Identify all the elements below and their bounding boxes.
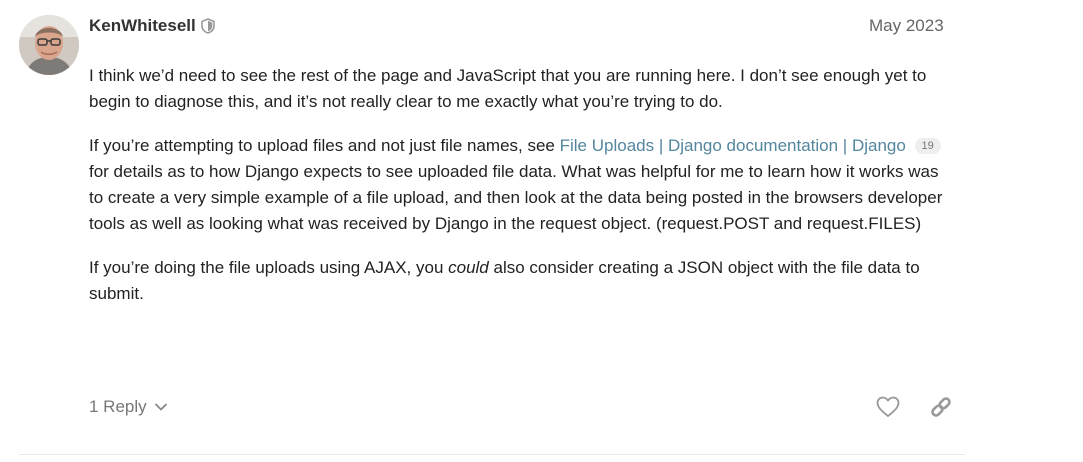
paragraph-text: for details as to how Django expects to … xyxy=(89,162,943,233)
paragraph-text: If you’re doing the file uploads using A… xyxy=(89,258,449,277)
post-paragraph: If you’re doing the file uploads using A… xyxy=(89,255,949,307)
show-replies-button[interactable]: 1 Reply xyxy=(89,395,168,419)
heart-icon xyxy=(876,396,900,417)
django-docs-link[interactable]: File Uploads | Django documentation | Dj… xyxy=(560,136,906,155)
replies-label: 1 Reply xyxy=(89,397,147,416)
avatar-image xyxy=(19,15,79,75)
emphasis-text: could xyxy=(448,258,489,277)
post-divider xyxy=(19,454,965,455)
avatar[interactable] xyxy=(19,15,79,75)
post-paragraph: If you’re attempting to upload files and… xyxy=(89,133,949,237)
paragraph-text: If you’re attempting to upload files and… xyxy=(89,136,560,155)
shield-icon xyxy=(200,18,215,34)
like-button[interactable] xyxy=(875,394,901,420)
post-author: KenWhitesell xyxy=(89,15,215,37)
link-icon xyxy=(931,397,951,417)
link-click-count: 19 xyxy=(914,138,941,154)
chevron-down-icon xyxy=(154,400,168,414)
post-date[interactable]: May 2023 xyxy=(869,15,944,37)
share-link-button[interactable] xyxy=(928,394,954,420)
forum-post: KenWhitesell May 2023 I think we’d need … xyxy=(0,0,1083,462)
post-paragraph: I think we’d need to see the rest of the… xyxy=(89,66,927,111)
username-link[interactable]: KenWhitesell xyxy=(89,15,196,37)
post-body: I think we’d need to see the rest of the… xyxy=(89,63,949,325)
